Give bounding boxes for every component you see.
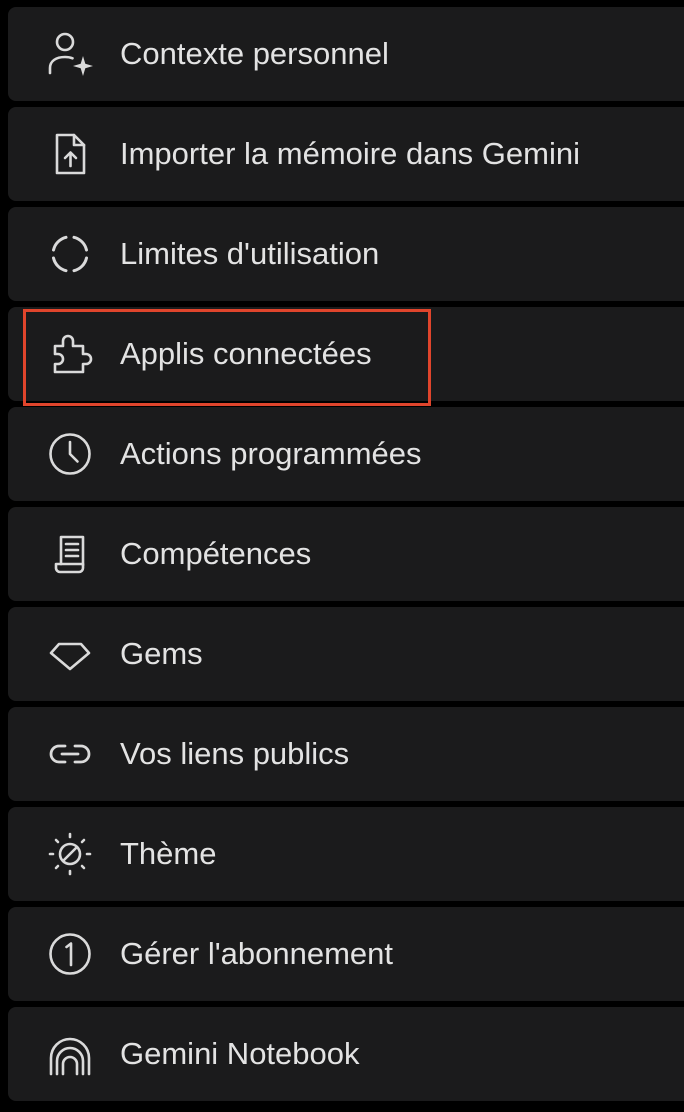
- menu-item-label: Compétences: [120, 536, 312, 571]
- menu-item-gerer-abonnement[interactable]: Gérer l'abonnement: [8, 907, 684, 1001]
- menu-item-gems[interactable]: Gems: [8, 607, 684, 701]
- menu-item-limites-utilisation[interactable]: Limites d'utilisation: [8, 207, 684, 301]
- menu-item-vos-liens-publics[interactable]: Vos liens publics: [8, 707, 684, 801]
- menu-item-label: Limites d'utilisation: [120, 236, 380, 271]
- menu-item-label: Gemini Notebook: [120, 1036, 360, 1071]
- menu-item-label: Applis connectées: [120, 336, 372, 371]
- menu-item-applis-connectees[interactable]: Applis connectées: [8, 307, 684, 401]
- menu-item-theme[interactable]: Thème: [8, 807, 684, 901]
- settings-menu: Contexte personnel Importer la mémoire d…: [0, 0, 684, 1112]
- menu-item-competences[interactable]: Compétences: [8, 507, 684, 601]
- person-sparkle-icon: [45, 29, 95, 79]
- menu-item-gemini-notebook[interactable]: Gemini Notebook: [8, 1007, 684, 1101]
- menu-item-label: Actions programmées: [120, 436, 422, 471]
- menu-item-actions-programmees[interactable]: Actions programmées: [8, 407, 684, 501]
- menu-item-label: Gems: [120, 636, 203, 671]
- clock-icon: [45, 429, 95, 479]
- menu-item-label: Thème: [120, 836, 217, 871]
- file-upload-icon: [45, 129, 95, 179]
- menu-item-contexte-personnel[interactable]: Contexte personnel: [8, 7, 684, 101]
- link-icon: [45, 729, 95, 779]
- notebook-icon: [45, 1029, 95, 1079]
- puzzle-icon: [45, 329, 95, 379]
- scroll-icon: [45, 529, 95, 579]
- theme-icon: [45, 829, 95, 879]
- menu-item-label: Importer la mémoire dans Gemini: [120, 136, 580, 171]
- circle-progress-icon: [45, 229, 95, 279]
- menu-item-label: Contexte personnel: [120, 36, 389, 71]
- subscription-icon: [45, 929, 95, 979]
- menu-item-label: Gérer l'abonnement: [120, 936, 394, 971]
- gem-icon: [45, 629, 95, 679]
- menu-item-label: Vos liens publics: [120, 736, 350, 771]
- menu-item-importer-memoire[interactable]: Importer la mémoire dans Gemini: [8, 107, 684, 201]
